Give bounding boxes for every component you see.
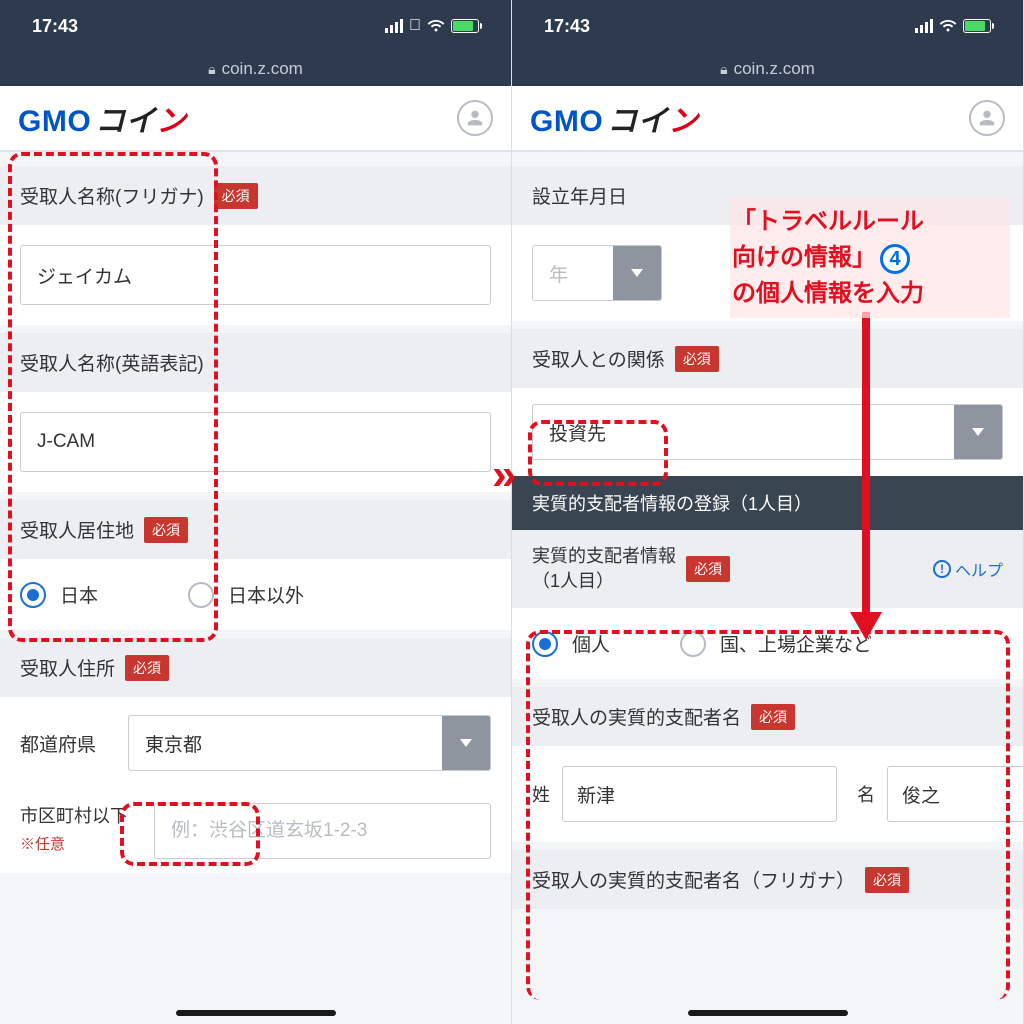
home-indicator — [176, 1010, 336, 1016]
radio-icon — [20, 582, 46, 608]
residence-radio-japan[interactable]: 日本 — [20, 581, 98, 608]
app-header: GMO コイン — [512, 86, 1023, 152]
required-badge: 必須 — [214, 183, 258, 209]
home-indicator — [688, 1010, 848, 1016]
lock-icon: 🔒︎ — [208, 61, 215, 78]
radio-icon — [680, 631, 706, 657]
residence-radio-other[interactable]: 日本以外 — [188, 581, 304, 608]
required-badge: 必須 — [144, 517, 188, 543]
city-input[interactable] — [154, 803, 491, 859]
profile-icon[interactable] — [969, 100, 1005, 136]
battery-icon — [963, 19, 991, 33]
residence-radio-row: 日本 日本以外 — [0, 559, 511, 630]
controller-name-label: 受取人の実質的支配者名 必須 — [512, 687, 1023, 746]
status-bar: 17:43 ︎ — [0, 0, 511, 52]
url-bar: 🔒︎ coin.z.com — [512, 52, 1023, 86]
signal-icon — [915, 19, 933, 33]
help-icon: ! — [933, 560, 951, 578]
furigana-label: 受取人名称(フリガナ) 必須 — [0, 166, 511, 225]
prefecture-label: 都道府県 — [20, 730, 112, 757]
lock-icon: 🔒︎ — [720, 61, 727, 78]
required-badge: 必須 — [865, 867, 909, 893]
controller-radio-individual[interactable]: 個人 — [532, 630, 610, 657]
logo: GMO コイン — [530, 96, 699, 140]
status-icons: ︎ — [385, 17, 479, 35]
url-text: coin.z.com — [734, 59, 815, 79]
chevron-down-icon — [442, 716, 490, 770]
residence-label: 受取人居住地 必須 — [0, 500, 511, 559]
chevron-down-icon — [954, 405, 1002, 459]
radio-icon — [188, 582, 214, 608]
step-4-badge: 4 — [880, 244, 910, 274]
status-time: 17:43 — [32, 16, 78, 37]
controller-radio-corporate[interactable]: 国、上場企業など — [680, 630, 872, 657]
given-name-input[interactable] — [887, 766, 1023, 822]
help-link[interactable]: !ヘルプ — [933, 557, 1003, 581]
year-select[interactable]: 年 — [532, 245, 662, 301]
controller-section-title: 実質的支配者情報の登録（1人目） — [512, 476, 1023, 530]
signal-icon — [385, 19, 403, 33]
city-row: 市区町村以下※任意 — [0, 789, 511, 873]
required-badge: 必須 — [751, 704, 795, 730]
required-badge: 必須 — [686, 556, 730, 582]
arrow-down-icon — [846, 312, 886, 642]
radio-icon — [532, 631, 558, 657]
controller-name-row: 姓 名 — [512, 746, 1023, 842]
required-badge: 必須 — [675, 346, 719, 372]
logo: GMO コイン — [18, 96, 187, 140]
app-header: GMO コイン — [0, 86, 511, 152]
furigana-input[interactable] — [20, 245, 491, 305]
phone-right: 17:43 🔒︎coin.z.com GMO コイン 設立年月日 年 受取人との… — [512, 0, 1024, 1024]
controller-info-label: 実質的支配者情報（1人目） 必須 !ヘルプ — [512, 530, 1023, 608]
form-content-left: 受取人名称(フリガナ) 必須 受取人名称(英語表記) 受取人居住地 必須 日本 … — [0, 152, 511, 1024]
chevron-down-icon — [613, 246, 661, 300]
profile-icon[interactable] — [457, 100, 493, 136]
prefecture-row: 都道府県 東京都 — [0, 697, 511, 789]
arrow-separator-icon: » — [492, 450, 516, 500]
english-name-input[interactable] — [20, 412, 491, 472]
city-label: 市区町村以下※任意 — [20, 803, 140, 857]
battery-icon — [451, 19, 479, 33]
address-label: 受取人住所 必須 — [0, 638, 511, 697]
controller-type-row: 個人 国、上場企業など — [512, 608, 1023, 679]
surname-input[interactable] — [562, 766, 837, 822]
url-text: coin.z.com — [222, 59, 303, 79]
prefecture-select[interactable]: 東京都 — [128, 715, 491, 771]
wifi-icon — [939, 19, 957, 33]
controller-kana-label: 受取人の実質的支配者名（フリガナ） 必須 — [512, 850, 1023, 909]
status-bar: 17:43 — [512, 0, 1023, 52]
status-icons — [915, 19, 991, 33]
wifi-icon: ︎ — [409, 17, 421, 35]
status-time: 17:43 — [544, 16, 590, 37]
callout-text: 「トラベルルール 向けの情報」4 の個人情報を入力 — [730, 198, 1010, 318]
url-bar: 🔒︎ coin.z.com — [0, 52, 511, 86]
english-name-label: 受取人名称(英語表記) — [0, 333, 511, 392]
phone-left: 17:43 ︎ 🔒︎ coin.z.com GMO コイン 受取人名称(フリガ… — [0, 0, 512, 1024]
wifi-icon — [427, 19, 445, 33]
relationship-select[interactable]: 投資先 — [532, 404, 1003, 460]
relationship-label: 受取人との関係 必須 — [512, 329, 1023, 388]
required-badge: 必須 — [125, 655, 169, 681]
